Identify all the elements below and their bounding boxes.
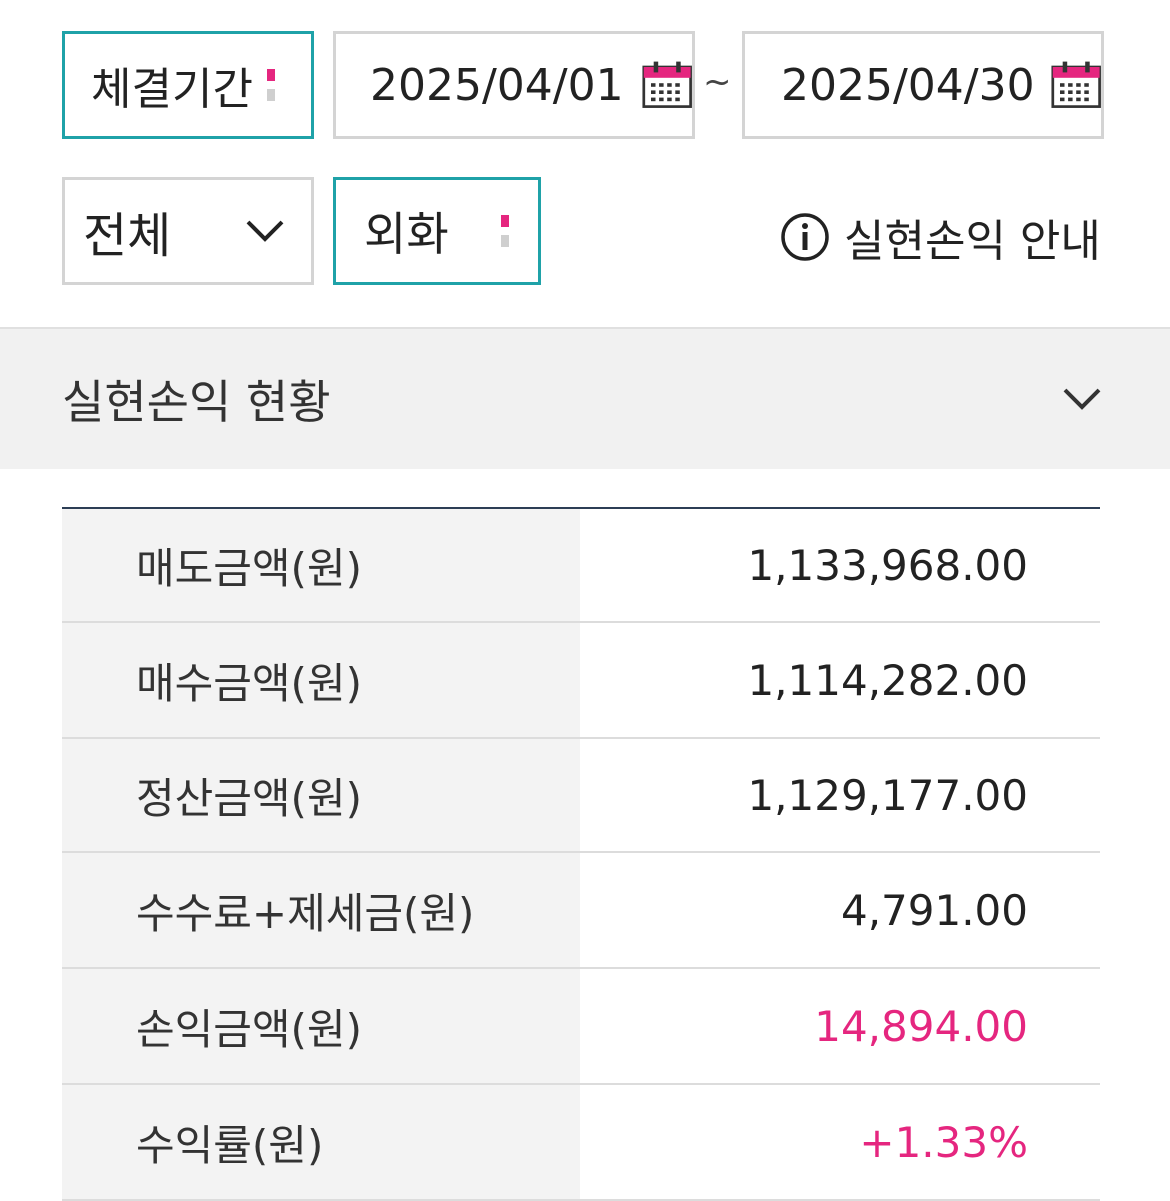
row-label: 손익금액(원): [62, 968, 580, 1085]
type-select-value: 전체: [83, 208, 172, 264]
section-header[interactable]: 실현손익 현황: [0, 327, 1170, 469]
currency-select-value: 외화: [364, 207, 449, 261]
row-label: 매도금액(원): [62, 509, 580, 623]
info-link-text: 실현손익 안내: [844, 216, 1101, 267]
calendar-icon[interactable]: [1051, 59, 1101, 111]
required-marker: [266, 69, 275, 101]
realized-pnl-info-link[interactable]: 실현손익 안내: [780, 205, 1101, 269]
section-title: 실현손익 현황: [62, 375, 331, 429]
start-date-value: 2025/04/01: [370, 59, 624, 111]
table-row: 매도금액(원) 1,133,968.00: [62, 509, 1100, 623]
calendar-icon[interactable]: [642, 59, 692, 111]
row-label: 수익률(원): [62, 1084, 580, 1201]
info-icon: [781, 213, 829, 261]
period-label[interactable]: 체결기간: [62, 31, 314, 139]
period-label-text: 체결기간: [91, 64, 253, 115]
table-row: 손익금액(원) 14,894.00: [62, 968, 1100, 1085]
required-marker: [500, 215, 509, 247]
table-row: 매수금액(원) 1,114,282.00: [62, 622, 1100, 739]
chevron-down-icon[interactable]: [1062, 387, 1102, 411]
table-row: 수수료+제세금(원) 4,791.00: [62, 852, 1100, 969]
end-date-field[interactable]: 2025/04/30: [742, 31, 1104, 139]
start-date-field[interactable]: 2025/04/01: [333, 31, 695, 139]
row-value: 1,133,968.00: [580, 509, 1100, 623]
table-row: 수익률(원) +1.33%: [62, 1084, 1100, 1201]
summary-table: 매도금액(원) 1,133,968.00 매수금액(원) 1,114,282.0…: [62, 507, 1100, 1201]
row-value: 4,791.00: [580, 852, 1100, 969]
end-date-value: 2025/04/30: [781, 59, 1035, 111]
date-separator: ~: [703, 62, 732, 102]
currency-select[interactable]: 외화: [333, 177, 541, 285]
row-label: 정산금액(원): [62, 738, 580, 853]
row-value: 1,129,177.00: [580, 738, 1100, 853]
table-row: 정산금액(원) 1,129,177.00: [62, 738, 1100, 853]
return-rate-value: +1.33%: [580, 1084, 1100, 1201]
row-value: 1,114,282.00: [580, 622, 1100, 739]
row-label: 수수료+제세금(원): [62, 852, 580, 969]
pnl-value: 14,894.00: [580, 968, 1100, 1085]
type-select[interactable]: 전체: [62, 177, 314, 285]
row-label: 매수금액(원): [62, 622, 580, 739]
chevron-down-icon: [246, 220, 284, 242]
